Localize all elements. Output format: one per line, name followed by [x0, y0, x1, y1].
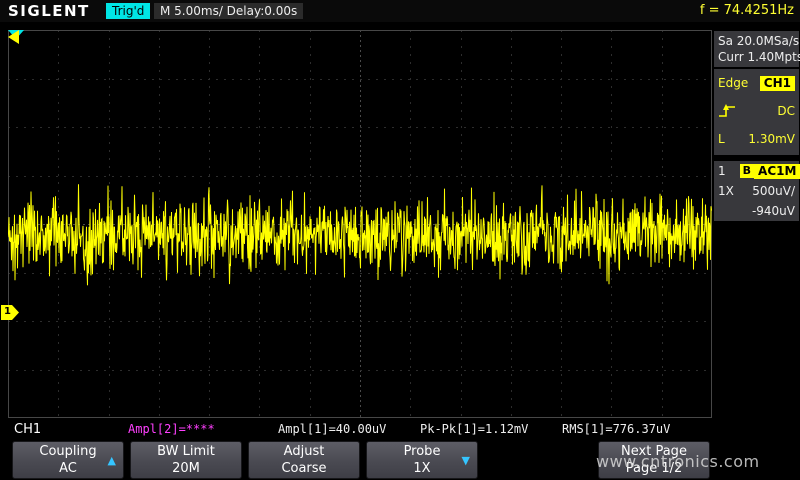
- top-status-bar: SIGLENT Trig'd M 5.00ms/ Delay:0.00s f =…: [0, 0, 800, 22]
- measurement-ampl2: Ampl[2]=****: [128, 422, 215, 436]
- measurement-ampl1: Ampl[1]=40.00uV: [278, 422, 386, 436]
- ch1-offset-marker[interactable]: 1: [1, 305, 19, 320]
- adjust-button-label: Adjust: [249, 443, 359, 461]
- timebase-readout[interactable]: M 5.00ms/ Delay:0.00s: [154, 3, 303, 19]
- trigger-level-label: L: [718, 132, 725, 146]
- ch1-waveform-trace: [8, 30, 712, 418]
- trigger-mode: Edge: [718, 76, 748, 90]
- ch1-marker-label: 1: [4, 306, 11, 317]
- adjust-button[interactable]: Adjust Coarse: [248, 441, 360, 479]
- channel1-panel[interactable]: 1 B AC1M 1X 500uV/ -940uV: [714, 161, 799, 221]
- brand-logo: SIGLENT: [8, 2, 90, 20]
- down-arrow-icon: ▼: [462, 454, 470, 468]
- rising-edge-icon: [718, 103, 736, 119]
- frequency-counter: f = 74.4251Hz: [700, 3, 794, 18]
- trigger-level-marker[interactable]: [8, 30, 19, 44]
- bw-limit-button-value: 20M: [131, 461, 241, 477]
- probe-button-value: 1X: [367, 461, 477, 477]
- probe-attenuation: 1X: [718, 184, 734, 198]
- bw-limit-button-label: BW Limit: [131, 443, 241, 461]
- measurement-row: CH1 Ampl[2]=**** Ampl[1]=40.00uV Pk-Pk[1…: [0, 419, 712, 439]
- bw-limit-button[interactable]: BW Limit 20M: [130, 441, 242, 479]
- adjust-button-value: Coarse: [249, 461, 359, 477]
- channel-coupling-badge: AC1M: [754, 164, 800, 179]
- oscilloscope-screen: SIGLENT Trig'd M 5.00ms/ Delay:0.00s f =…: [0, 0, 800, 480]
- bw-limit-badge: B: [740, 164, 754, 178]
- trigger-status-badge: Trig'd: [106, 3, 150, 19]
- measurement-rms: RMS[1]=776.37uV: [562, 422, 670, 436]
- vertical-scale: 500uV/: [752, 184, 795, 198]
- sample-rate: Sa 20.0MSa/s: [718, 33, 795, 49]
- probe-button[interactable]: Probe 1X ▼: [366, 441, 478, 479]
- coupling-button[interactable]: Coupling AC ▲: [12, 441, 124, 479]
- sidebar: Sa 20.0MSa/s Curr 1.40Mpts Edge CH1 DC L…: [713, 22, 800, 418]
- trigger-panel[interactable]: Edge CH1 DC L 1.30mV: [714, 69, 799, 155]
- trigger-level-value: 1.30mV: [748, 132, 795, 146]
- waveform-display[interactable]: 1: [8, 30, 712, 418]
- memory-depth: Curr 1.40Mpts: [718, 49, 795, 65]
- measurement-pkpk: Pk-Pk[1]=1.12mV: [420, 422, 528, 436]
- channel-number: 1: [718, 164, 726, 178]
- probe-button-label: Probe: [367, 443, 477, 461]
- active-channel-label: CH1: [14, 422, 41, 437]
- trigger-source-badge: CH1: [760, 76, 795, 91]
- up-arrow-icon: ▲: [108, 454, 116, 468]
- watermark: www.cntronics.com: [596, 452, 796, 471]
- acquisition-panel: Sa 20.0MSa/s Curr 1.40Mpts: [714, 31, 799, 67]
- trigger-coupling: DC: [777, 104, 795, 118]
- coupling-button-label: Coupling: [13, 443, 123, 461]
- vertical-offset: -940uV: [752, 204, 795, 218]
- coupling-button-value: AC: [13, 461, 123, 477]
